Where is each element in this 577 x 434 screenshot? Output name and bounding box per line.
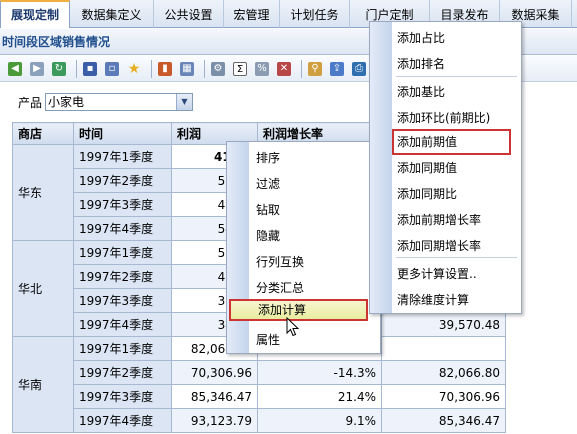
context-menu-item[interactable]: 属性 (227, 327, 380, 353)
star-icon[interactable]: ★ (125, 60, 143, 78)
toolbar-separator (76, 59, 77, 78)
toolbar-separator (204, 59, 205, 78)
store-cell[interactable]: 华北 (12, 240, 74, 337)
prev-value-cell[interactable]: 85,346.47 (381, 408, 506, 433)
search-icon[interactable]: ⚲ (306, 60, 324, 78)
column-header-time[interactable]: 时间 (73, 122, 172, 145)
tab-4[interactable]: 计划任务 (280, 0, 350, 28)
context-menu-item[interactable]: 排序 (227, 145, 380, 171)
prev-value-cell[interactable]: 82,066.80 (381, 360, 506, 385)
submenu-item[interactable]: 添加排名 (370, 51, 445, 77)
context-menu: 排序 过滤 钻取 隐藏 行列互换 分类汇总 添加计算 属性 (226, 141, 381, 354)
time-cell[interactable]: 1997年4季度 (73, 408, 172, 433)
submenu-item[interactable]: 添加同期增长率 (370, 233, 481, 259)
prev-value-cell[interactable]: 39,570.48 (381, 312, 506, 337)
context-menu-item[interactable]: 行列互换 (227, 249, 380, 275)
product-select-value: 小家电 (48, 95, 85, 109)
export-icon[interactable]: ⇪ (328, 60, 346, 78)
layout-icon[interactable]: ▦ (178, 60, 196, 78)
store-cell[interactable]: 华东 (12, 144, 74, 241)
growth-cell[interactable]: 9.1% (257, 408, 382, 433)
submenu-item[interactable]: 更多计算设置.. (370, 261, 477, 287)
time-cell[interactable]: 1997年4季度 (73, 216, 172, 241)
growth-cell[interactable]: -14.3% (257, 360, 382, 385)
table-row[interactable]: 1997年3季度 85,346.47 21.4% 70,306.96 (13, 384, 506, 409)
time-cell[interactable]: 1997年3季度 (73, 384, 172, 409)
submenu-item[interactable]: 添加占比 (370, 25, 445, 51)
table-row[interactable]: 1997年2季度 70,306.96 -14.3% 82,066.80 (13, 360, 506, 385)
chart-icon[interactable]: ▮ (156, 60, 174, 78)
context-menu-item[interactable]: 钻取 (227, 197, 380, 223)
time-cell[interactable]: 1997年2季度 (73, 168, 172, 193)
time-cell[interactable]: 1997年1季度 (73, 240, 172, 265)
tab-3[interactable]: 宏管理 (224, 0, 280, 28)
context-menu-item[interactable]: 隐藏 (227, 223, 380, 249)
delete-icon[interactable]: ✕ (275, 60, 293, 78)
column-header-store[interactable]: 商店 (12, 122, 74, 145)
time-cell[interactable]: 1997年2季度 (73, 264, 172, 289)
time-cell[interactable]: 1997年1季度 (73, 144, 172, 169)
calc-icon[interactable]: % (253, 60, 271, 78)
time-cell[interactable]: 1997年1季度 (73, 336, 172, 361)
growth-cell[interactable]: 21.4% (257, 384, 382, 409)
submenu-item[interactable]: 清除维度计算 (370, 287, 469, 313)
back-arrow-icon[interactable]: ◀ (6, 60, 24, 78)
profit-cell[interactable]: 70,306.96 (171, 360, 258, 385)
toolbar-separator (151, 59, 152, 78)
product-filter-label: 产品 (18, 96, 43, 110)
menu-separator (396, 257, 517, 258)
refresh-icon[interactable]: ↻ (50, 60, 68, 78)
toolbar-separator (301, 59, 302, 78)
save-as-icon[interactable]: ▫ (103, 60, 121, 78)
profit-cell[interactable]: 85,346.47 (171, 384, 258, 409)
submenu-item[interactable]: 添加同期比 (370, 181, 457, 207)
save-icon[interactable]: ▪ (81, 60, 99, 78)
prev-value-cell[interactable]: 70,306.96 (381, 384, 506, 409)
context-menu-item[interactable]: 过滤 (227, 171, 380, 197)
print-icon[interactable]: ⎙ (350, 60, 368, 78)
tab-0[interactable]: 展现定制 (0, 0, 70, 28)
submenu-item[interactable]: 添加前期增长率 (370, 207, 481, 233)
time-cell[interactable]: 1997年4季度 (73, 312, 172, 337)
prev-value-cell[interactable] (381, 336, 506, 361)
time-cell[interactable]: 1997年2季度 (73, 360, 172, 385)
submenu-item[interactable]: 添加前期值 (392, 129, 511, 155)
profit-cell[interactable]: 93,123.79 (171, 408, 258, 433)
tab-1[interactable]: 数据集定义 (70, 0, 154, 28)
submenu-item[interactable]: 添加同期值 (370, 155, 457, 181)
table-row[interactable]: 1997年4季度 93,123.79 9.1% 85,346.47 (13, 408, 506, 433)
tab-2[interactable]: 公共设置 (154, 0, 224, 28)
menu-separator (396, 76, 517, 77)
time-cell[interactable]: 1997年3季度 (73, 192, 172, 217)
mouse-cursor-icon (286, 316, 300, 337)
add-calculation-submenu: 添加占比 添加排名 添加基比 添加环比(前期比) 添加前期值 添加同期值 添加同期比 添加前期… (369, 21, 522, 314)
time-cell[interactable]: 1997年3季度 (73, 288, 172, 313)
chevron-down-icon[interactable]: ▼ (176, 94, 192, 110)
store-cell[interactable]: 华南 (12, 336, 74, 433)
sum-icon[interactable]: Σ (231, 60, 249, 78)
submenu-item[interactable]: 添加环比(前期比) (370, 105, 490, 131)
settings-icon[interactable]: ⚙ (209, 60, 227, 78)
context-menu-item[interactable]: 分类汇总 (227, 275, 380, 301)
forward-arrow-icon[interactable]: ▶ (28, 60, 46, 78)
product-select[interactable]: 小家电 ▼ (45, 93, 193, 111)
submenu-item[interactable]: 添加基比 (370, 79, 445, 105)
